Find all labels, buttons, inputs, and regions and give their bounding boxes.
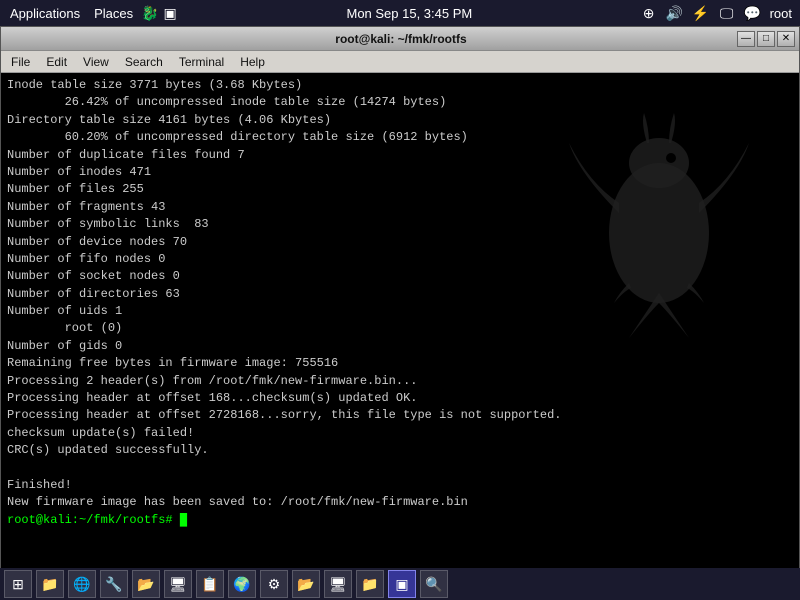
terminal-content[interactable]: The quieter you become, the more you are… xyxy=(1,73,799,599)
bottom-icon-0[interactable]: ⊞ xyxy=(4,570,32,598)
network-icon: ⊕ xyxy=(640,4,658,22)
bottom-icon-terminal[interactable]: ▣ xyxy=(388,570,416,598)
menu-terminal[interactable]: Terminal xyxy=(173,53,230,71)
datetime-display: Mon Sep 15, 3:45 PM xyxy=(179,6,639,21)
terminal-prompt: root@kali:~/fmk/rootfs# █ xyxy=(7,512,793,529)
terminal-titlebar: root@kali: ~/fmk/rootfs — □ ✕ xyxy=(1,27,799,51)
menu-search[interactable]: Search xyxy=(119,53,169,71)
places-menu[interactable]: Places xyxy=(88,4,139,23)
menu-file[interactable]: File xyxy=(5,53,36,71)
minimize-button[interactable]: — xyxy=(737,31,755,47)
applications-menu[interactable]: Applications xyxy=(4,4,86,23)
window-title: root@kali: ~/fmk/rootfs xyxy=(65,32,737,46)
top-taskbar: Applications Places 🐉 ▣ Mon Sep 15, 3:45… xyxy=(0,0,800,26)
maximize-button[interactable]: □ xyxy=(757,31,775,47)
bottom-icon-11[interactable]: 📁 xyxy=(356,570,384,598)
bottom-icon-7[interactable]: 🌍 xyxy=(228,570,256,598)
terminal-window: root@kali: ~/fmk/rootfs — □ ✕ File Edit … xyxy=(0,26,800,600)
menu-edit[interactable]: Edit xyxy=(40,53,73,71)
bottom-icon-9[interactable]: 📂 xyxy=(292,570,320,598)
chat-icon: 💬 xyxy=(744,4,762,22)
bottom-icon-10[interactable]: 🖥 xyxy=(324,570,352,598)
terminal-icon[interactable]: ▣ xyxy=(161,4,179,22)
user-label: root xyxy=(770,6,792,21)
bluetooth-icon: ⚡ xyxy=(692,4,710,22)
menu-view[interactable]: View xyxy=(77,53,115,71)
bottom-icon-3[interactable]: 🔧 xyxy=(100,570,128,598)
bottom-icon-5[interactable]: 🖥 xyxy=(164,570,192,598)
window-controls: — □ ✕ xyxy=(737,31,795,47)
display-icon: 🖵 xyxy=(718,4,736,22)
terminal-menubar: File Edit View Search Terminal Help xyxy=(1,51,799,73)
bottom-icon-1[interactable]: 📁 xyxy=(36,570,64,598)
bottom-icon-2[interactable]: 🌐 xyxy=(68,570,96,598)
kali-dragon-icon: 🐉 xyxy=(141,4,159,22)
bottom-icon-4[interactable]: 📂 xyxy=(132,570,160,598)
close-button[interactable]: ✕ xyxy=(777,31,795,47)
menu-help[interactable]: Help xyxy=(234,53,271,71)
bottom-icon-8[interactable]: ⚙ xyxy=(260,570,288,598)
volume-icon: 🔊 xyxy=(666,4,684,22)
bottom-icon-6[interactable]: 📋 xyxy=(196,570,224,598)
bottom-taskbar: ⊞ 📁 🌐 🔧 📂 🖥 📋 🌍 ⚙ 📂 🖥 📁 ▣ 🔍 xyxy=(0,568,800,600)
terminal-output: Inode table size 3771 bytes (3.68 Kbytes… xyxy=(7,77,793,512)
bottom-icon-12[interactable]: 🔍 xyxy=(420,570,448,598)
